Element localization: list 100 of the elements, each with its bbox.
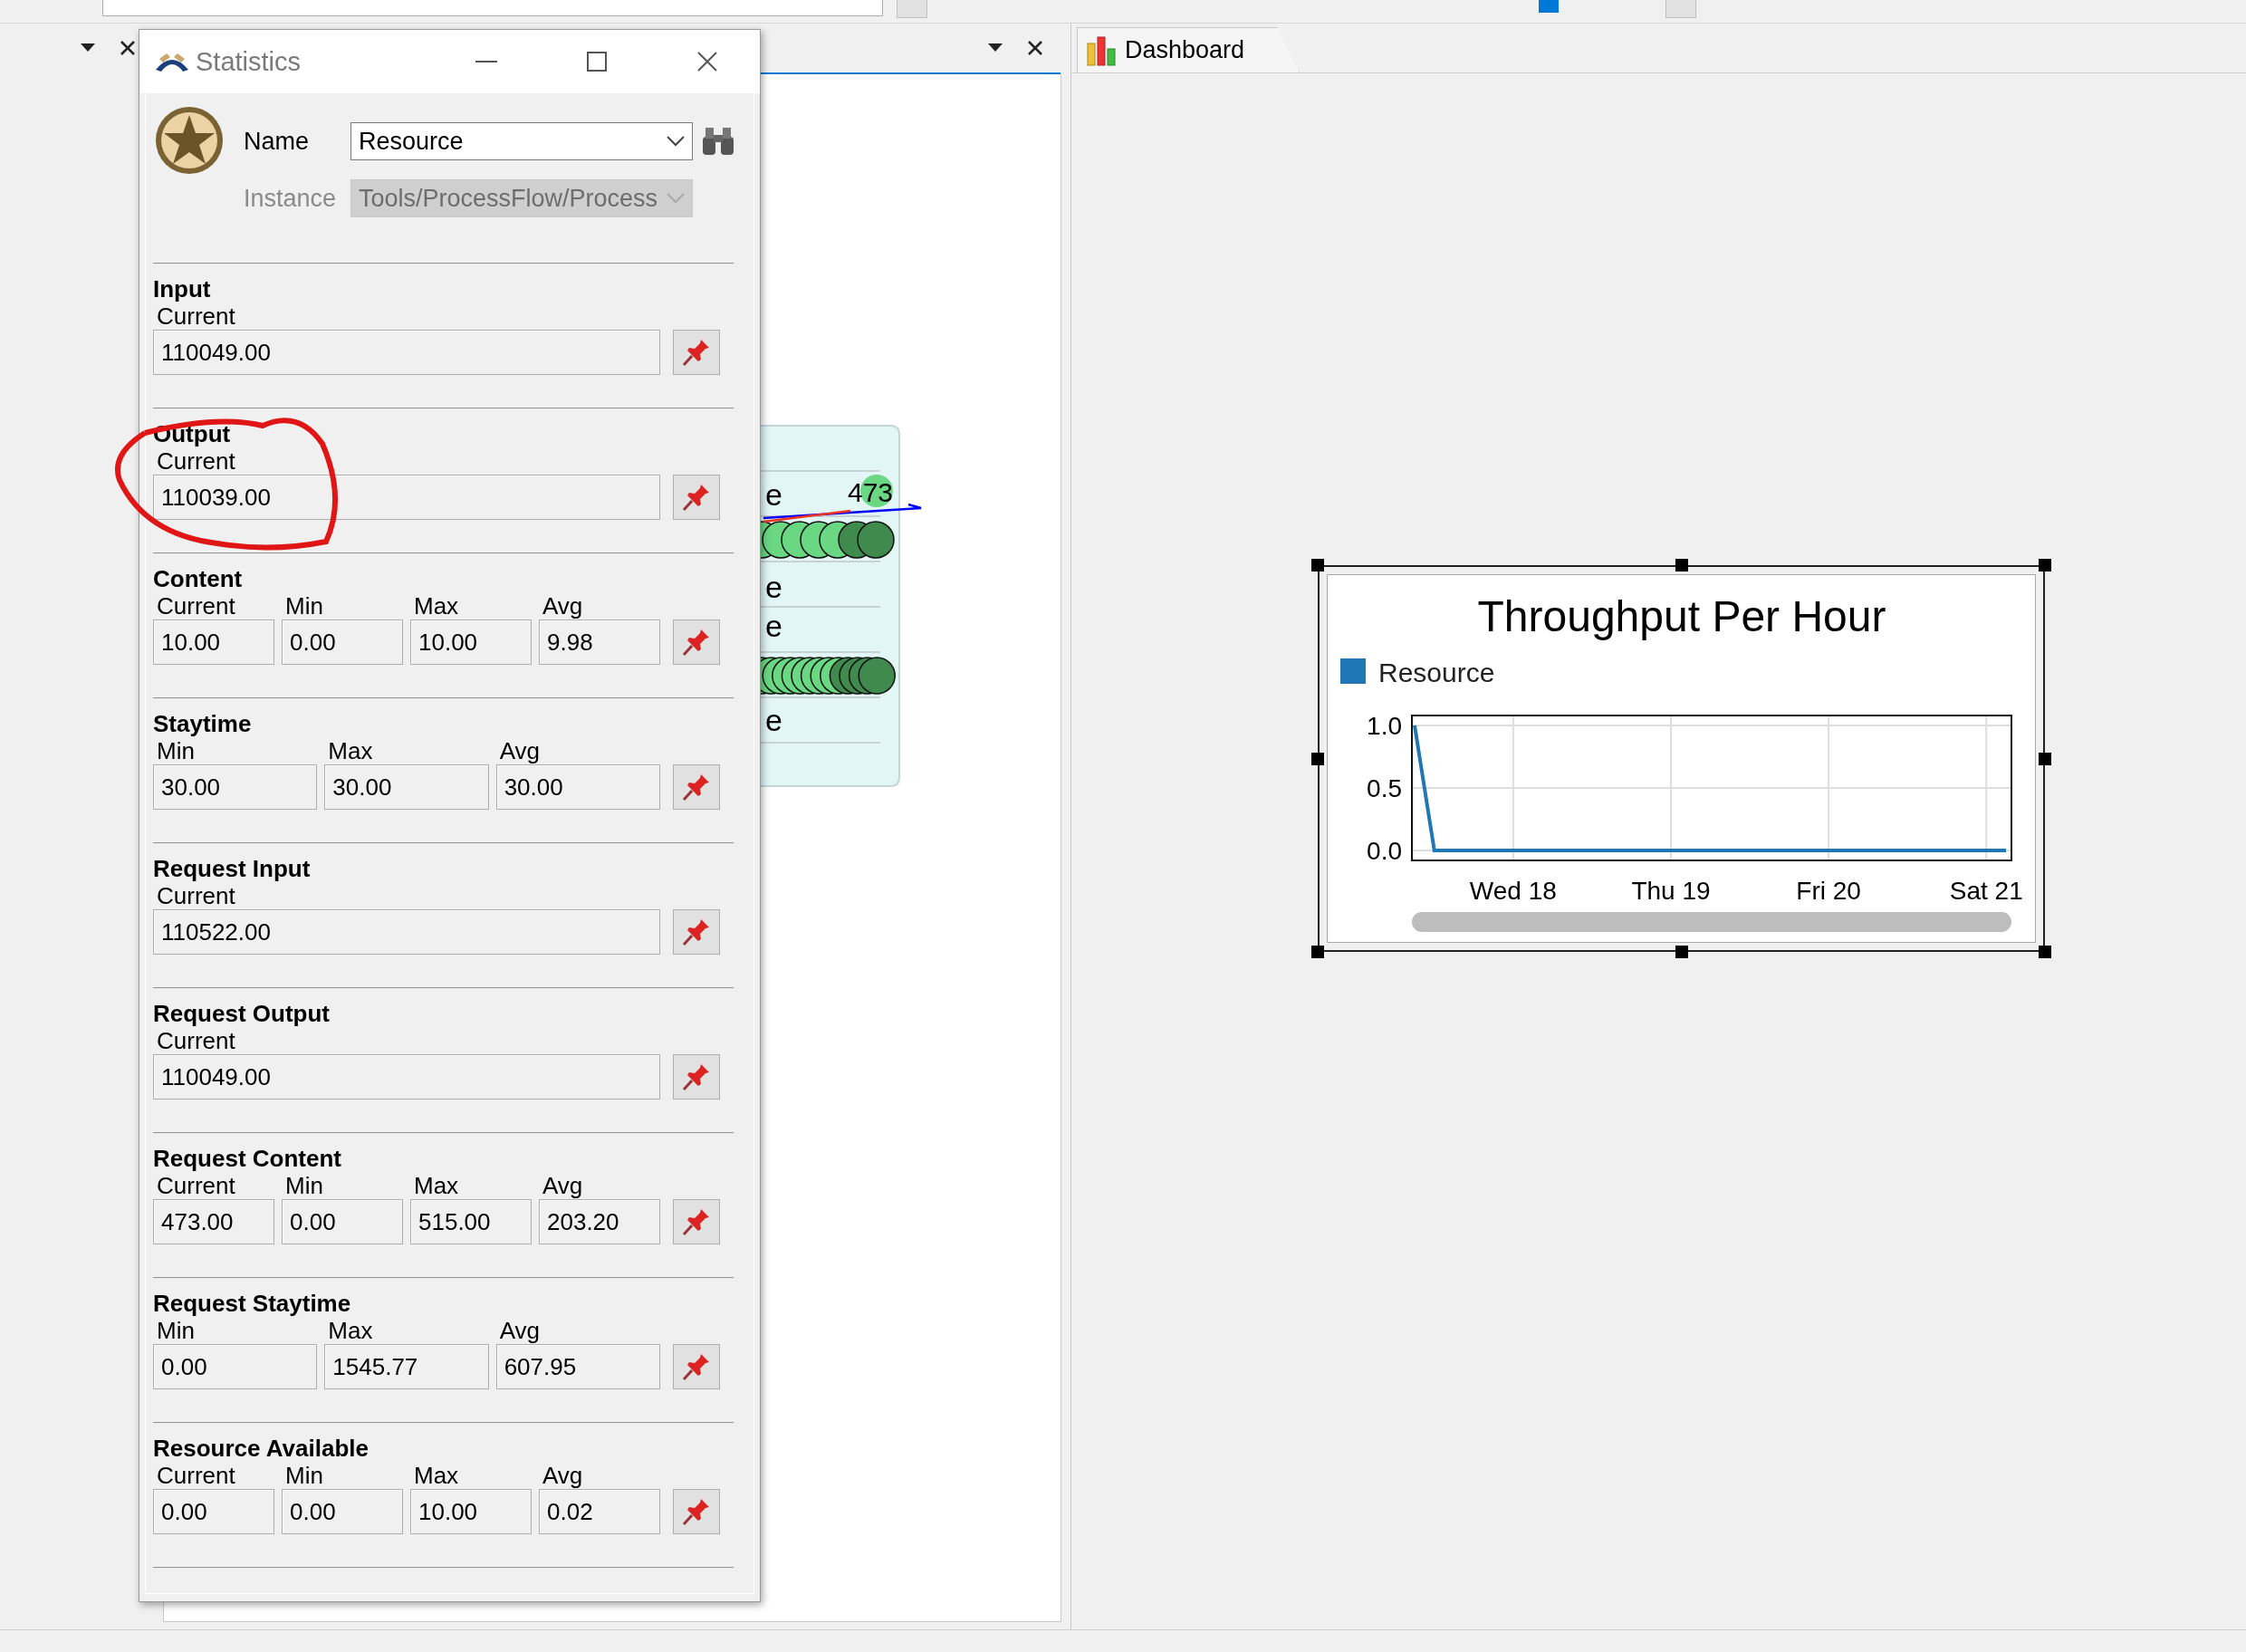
tick-label: 0.0 xyxy=(1367,836,1402,865)
chart-title: Throughput Per Hour xyxy=(1477,592,1886,640)
resize-handle[interactable] xyxy=(1311,559,1324,571)
field-label: Avg xyxy=(542,1172,584,1199)
tick-label: Sat 21 xyxy=(1949,877,2023,905)
tick-label: 1.0 xyxy=(1367,712,1402,741)
selection-frame[interactable]: Throughput Per Hour Resource 0.0 0.5 1.0 Wed 18 Thu 19 Fri 20 Sat 21 xyxy=(1318,565,2045,952)
value-field[interactable]: 0.00 xyxy=(153,1489,274,1534)
chevron-icon xyxy=(667,136,685,147)
field-label: Min xyxy=(156,737,196,764)
value-field[interactable]: 110039.00 xyxy=(153,475,660,520)
value-field[interactable]: 1545.77 xyxy=(324,1344,489,1389)
field-label: Min xyxy=(284,1172,324,1199)
name-label: Name xyxy=(244,127,311,156)
pin-button[interactable] xyxy=(673,620,720,665)
section-title: Request Input xyxy=(153,855,312,882)
value-field[interactable]: 30.00 xyxy=(495,764,660,810)
section-title: Resource Available xyxy=(153,1435,370,1462)
value-field[interactable]: 0.00 xyxy=(282,620,403,665)
text-fragment: e xyxy=(765,570,782,604)
value-field[interactable]: 0.02 xyxy=(539,1489,660,1534)
resize-handle[interactable] xyxy=(2039,946,2051,958)
pin-icon xyxy=(681,772,712,802)
pin-icon xyxy=(681,1351,712,1382)
tick-label: Wed 18 xyxy=(1469,877,1557,905)
field-label: Max xyxy=(413,1172,460,1199)
pin-button[interactable] xyxy=(673,764,720,810)
chevron-icon xyxy=(667,193,685,204)
resize-handle[interactable] xyxy=(2039,559,2051,571)
field-label: Max xyxy=(413,1462,460,1489)
binoculars-icon[interactable] xyxy=(700,126,736,157)
value-field[interactable]: 0.00 xyxy=(153,1344,318,1389)
field-label: Current xyxy=(156,1462,236,1489)
resize-handle[interactable] xyxy=(1311,946,1324,958)
field-label: Current xyxy=(156,303,236,330)
resize-handle[interactable] xyxy=(1675,559,1688,571)
bar-chart-icon xyxy=(1085,34,1118,67)
close-icon xyxy=(697,52,717,72)
pin-button[interactable] xyxy=(673,1199,720,1244)
value-field[interactable]: 515.00 xyxy=(410,1199,532,1244)
value-field[interactable]: 607.95 xyxy=(495,1344,660,1389)
window-title: Statistics xyxy=(196,46,302,77)
field-label: Current xyxy=(156,882,236,909)
value-field[interactable]: 10.00 xyxy=(410,620,532,665)
field-label: Current xyxy=(156,592,236,620)
value-field[interactable]: 0.00 xyxy=(282,1489,403,1534)
value-field[interactable]: 0.00 xyxy=(282,1199,403,1244)
section-title: Request Staytime xyxy=(153,1290,352,1317)
field-label: Avg xyxy=(542,592,584,620)
slider-thumb[interactable] xyxy=(1539,0,1559,13)
section-title: Content xyxy=(153,565,244,592)
chart-scrollbar[interactable] xyxy=(1412,912,2011,932)
pin-button[interactable] xyxy=(673,909,720,955)
tick-label: Fri 20 xyxy=(1796,877,1861,905)
value-field[interactable]: 10.00 xyxy=(153,620,274,665)
instance-label: Instance xyxy=(244,184,338,213)
section-title: Request Content xyxy=(153,1145,342,1172)
text-fragment: e xyxy=(765,703,782,737)
input-field[interactable] xyxy=(102,0,883,16)
section-title: Staytime xyxy=(153,710,253,737)
value-field[interactable]: 110522.00 xyxy=(153,909,660,955)
value-field[interactable]: 203.20 xyxy=(539,1199,660,1244)
dashboard-tab[interactable]: Dashboard xyxy=(1077,27,1301,72)
field-label: Avg xyxy=(542,1462,584,1489)
text-fragment: e xyxy=(765,609,782,643)
pin-icon xyxy=(681,627,712,658)
field-label: Current xyxy=(156,447,236,475)
field-label: Min xyxy=(284,1462,324,1489)
pin-button[interactable] xyxy=(673,475,720,520)
value-field[interactable]: 110049.00 xyxy=(153,1054,660,1100)
pin-button[interactable] xyxy=(673,330,720,375)
field-label: Max xyxy=(413,592,460,620)
pin-button[interactable] xyxy=(673,1489,720,1534)
section-title: Request Output xyxy=(153,1000,331,1027)
legend-label: Resource xyxy=(1378,658,1495,687)
field-label: Current xyxy=(156,1027,236,1054)
field-label: Avg xyxy=(498,737,541,764)
tick-label: 0.5 xyxy=(1367,774,1402,802)
resize-handle[interactable] xyxy=(1311,752,1324,765)
value-field[interactable]: 110049.00 xyxy=(153,330,660,375)
value-field[interactable]: 9.98 xyxy=(539,620,660,665)
field-label: Min xyxy=(284,592,324,620)
pin-button[interactable] xyxy=(673,1054,720,1100)
minimize-icon xyxy=(475,60,497,63)
pin-icon xyxy=(681,1206,712,1237)
value-field[interactable]: 30.00 xyxy=(153,764,318,810)
name-dropdown[interactable]: Resource xyxy=(350,122,693,160)
resize-handle[interactable] xyxy=(1675,946,1688,958)
text-fragment: e xyxy=(765,477,782,512)
pin-icon xyxy=(681,482,712,513)
field-label: Max xyxy=(327,1317,374,1344)
pin-button[interactable] xyxy=(673,1344,720,1389)
pin-icon xyxy=(681,917,712,947)
value-field[interactable]: 10.00 xyxy=(410,1489,532,1534)
value-field[interactable]: 473.00 xyxy=(153,1199,274,1244)
field-label: Current xyxy=(156,1172,236,1199)
field-label: Max xyxy=(327,737,374,764)
resize-handle[interactable] xyxy=(2039,752,2051,765)
value-field[interactable]: 30.00 xyxy=(324,764,489,810)
field-label: Avg xyxy=(498,1317,541,1344)
